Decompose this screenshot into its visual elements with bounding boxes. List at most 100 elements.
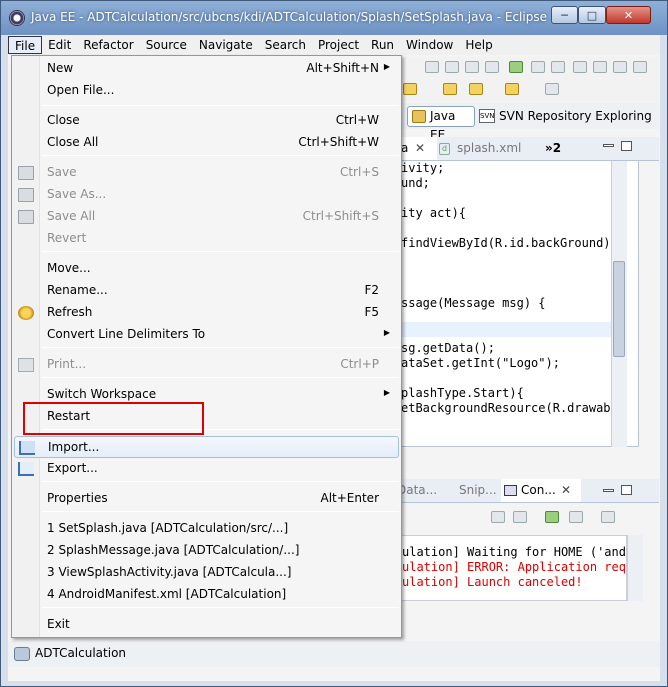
- menu-edit[interactable]: Edit: [42, 36, 77, 54]
- console-line: ulation] Launch canceled!: [402, 575, 583, 589]
- editor-tab-bar: a ✕ d splash.xml »2: [401, 137, 659, 161]
- toolbar-misc-icon[interactable]: [613, 61, 627, 73]
- toolbar-back-icon[interactable]: [443, 83, 457, 95]
- menu-item-4-androidmanifest-xml-adtcalculation[interactable]: 4 AndroidManifest.xml [ADTCalculation]: [14, 584, 399, 606]
- menu-item-save-all: Save All Ctrl+Shift+S: [14, 206, 399, 228]
- menu-item-export[interactable]: Export...: [14, 458, 399, 480]
- toolbar-tool-icon[interactable]: [531, 61, 545, 73]
- menu-item-label: Import...: [48, 440, 100, 454]
- perspective-java-ee[interactable]: Java EE: [407, 106, 475, 142]
- toolbar-resume-icon[interactable]: [445, 61, 459, 73]
- menu-item-revert: Revert: [14, 228, 399, 250]
- toolbar-edit-icon[interactable]: [593, 61, 607, 73]
- code-line: ataSet.getInt("Logo");: [401, 356, 560, 370]
- toolbar-misc2-icon[interactable]: [633, 61, 647, 73]
- menu-item-open-file[interactable]: Open File...: [14, 80, 399, 102]
- menu-file[interactable]: File: [8, 36, 43, 54]
- toolbar-suspend-icon[interactable]: [465, 61, 479, 73]
- menu-navigate[interactable]: Navigate: [193, 36, 259, 54]
- menu-item-save-as: Save As...: [14, 184, 399, 206]
- export-icon: [18, 462, 34, 476]
- menu-item-1-setsplash-java-adtcalculation-src[interactable]: 1 SetSplash.java [ADTCalculation/src/...…: [14, 518, 399, 540]
- tab-close-icon[interactable]: ✕: [415, 137, 425, 160]
- menu-item-label: Rename...: [47, 283, 108, 297]
- toolbar-step-icon[interactable]: [425, 61, 439, 73]
- menu-item-properties[interactable]: Properties Alt+Enter: [14, 488, 399, 510]
- console-line: ulation] Waiting for HOME ('andr: [402, 545, 627, 559]
- editor-minimize-icon[interactable]: [603, 144, 614, 147]
- menu-item-2-splashmessage-java-adtcalculation[interactable]: 2 SplashMessage.java [ADTCalculation/...…: [14, 540, 399, 562]
- tab-snippets[interactable]: Snip...: [459, 479, 497, 502]
- menu-window[interactable]: Window: [400, 36, 459, 54]
- console-vertical-scrollbar[interactable]: [627, 535, 643, 601]
- console-open-icon[interactable]: [601, 511, 615, 523]
- menu-item-label: Save All: [47, 209, 96, 223]
- code-line: sg.getData();: [401, 341, 495, 355]
- minimize-button[interactable]: ─: [551, 6, 578, 24]
- toolbar-pin-icon[interactable]: [545, 83, 559, 95]
- menu-item-shortcut: Alt+Shift+N: [306, 61, 379, 75]
- eclipse-app-icon: [9, 10, 25, 26]
- console-icon: [504, 485, 517, 496]
- menu-item-exit[interactable]: Exit: [14, 614, 399, 636]
- console-clear-icon[interactable]: [491, 511, 505, 523]
- editor-scroll-thumb[interactable]: [613, 261, 625, 357]
- close-window-button[interactable]: ✕: [606, 6, 651, 24]
- toolbar-back-arrow-icon[interactable]: [469, 83, 483, 95]
- menu-source[interactable]: Source: [140, 36, 193, 54]
- menu-project[interactable]: Project: [312, 36, 365, 54]
- menu-item-3-viewsplashactivity-java-adtcalcula[interactable]: 3 ViewSplashActivity.java [ADTCalcula...…: [14, 562, 399, 584]
- menu-item-convert-line-delimiters-to[interactable]: Convert Line Delimiters To ▶: [14, 324, 399, 346]
- menu-run[interactable]: Run: [365, 36, 400, 54]
- menu-item-move[interactable]: Move...: [14, 258, 399, 280]
- menu-item-shortcut: Ctrl+Shift+W: [298, 135, 379, 149]
- console-tab-close-icon[interactable]: ✕: [561, 479, 571, 502]
- menu-item-rename[interactable]: Rename... F2: [14, 280, 399, 302]
- more-tabs-button[interactable]: »2: [545, 137, 561, 160]
- editor-maximize-icon[interactable]: [621, 141, 632, 151]
- menu-item-close-all[interactable]: Close All Ctrl+Shift+W: [14, 132, 399, 154]
- menu-item-close[interactable]: Close Ctrl+W: [14, 110, 399, 132]
- console-scroll-lock-icon[interactable]: [513, 511, 527, 523]
- menu-item-new[interactable]: New Alt+Shift+N ▶: [14, 58, 399, 80]
- title-bar[interactable]: Java EE - ADTCalculation/src/ubcns/kdi/A…: [1, 1, 667, 35]
- menu-help[interactable]: Help: [459, 36, 498, 54]
- menu-item-label: Exit: [47, 617, 70, 631]
- menu-item-refresh[interactable]: Refresh F5: [14, 302, 399, 324]
- menu-item-shortcut: Ctrl+W: [335, 113, 379, 127]
- toolbar-terminate-icon[interactable]: [485, 61, 499, 73]
- tab-splash-xml[interactable]: d splash.xml: [439, 137, 521, 160]
- tab-data[interactable]: Data...: [397, 479, 437, 502]
- menu-item-label: 2 SplashMessage.java [ADTCalculation/...…: [47, 543, 300, 557]
- toolbar-pen-icon[interactable]: [551, 61, 565, 73]
- code-editor[interactable]: ivity; und; ity act){findViewById(R.id.bac…: [401, 161, 625, 447]
- menu-separator: [42, 105, 399, 106]
- xml-file-icon: d: [439, 143, 450, 155]
- console-display-icon[interactable]: [569, 511, 583, 523]
- menu-item-import[interactable]: Import...: [14, 436, 399, 458]
- menu-item-label: Export...: [47, 461, 98, 475]
- console-output[interactable]: ulation] Waiting for HOME ('andr ulation]…: [401, 535, 627, 601]
- toolbar-search-icon[interactable]: [573, 61, 587, 73]
- console-minimize-icon[interactable]: [603, 489, 614, 492]
- perspective-svn[interactable]: SVN SVN Repository Exploring: [479, 106, 652, 126]
- project-icon: [14, 647, 30, 661]
- toolbar-forward-arrow-icon[interactable]: [505, 83, 519, 95]
- toolbar-annotation-icon[interactable]: [403, 83, 417, 95]
- menu-item-shortcut: Alt+Enter: [320, 491, 379, 505]
- menu-search[interactable]: Search: [259, 36, 312, 54]
- menu-separator: [42, 377, 399, 378]
- menu-item-shortcut: F5: [364, 305, 379, 319]
- menu-refactor[interactable]: Refactor: [77, 36, 139, 54]
- menu-item-label: 4 AndroidManifest.xml [ADTCalculation]: [47, 587, 287, 601]
- menu-item-label: 3 ViewSplashActivity.java [ADTCalcula...…: [47, 565, 292, 579]
- tab-setsplash-java-label: a: [401, 141, 409, 155]
- toolbar-run-icon[interactable]: [509, 61, 523, 73]
- maximize-button[interactable]: □: [578, 6, 606, 24]
- console-pin-icon[interactable]: [545, 511, 559, 523]
- console-maximize-icon[interactable]: [621, 485, 632, 495]
- submenu-arrow-icon: ▶: [383, 328, 390, 337]
- menu-item-label: Refresh: [47, 305, 93, 319]
- submenu-arrow-icon: ▶: [383, 388, 390, 397]
- refresh-icon: [18, 306, 34, 320]
